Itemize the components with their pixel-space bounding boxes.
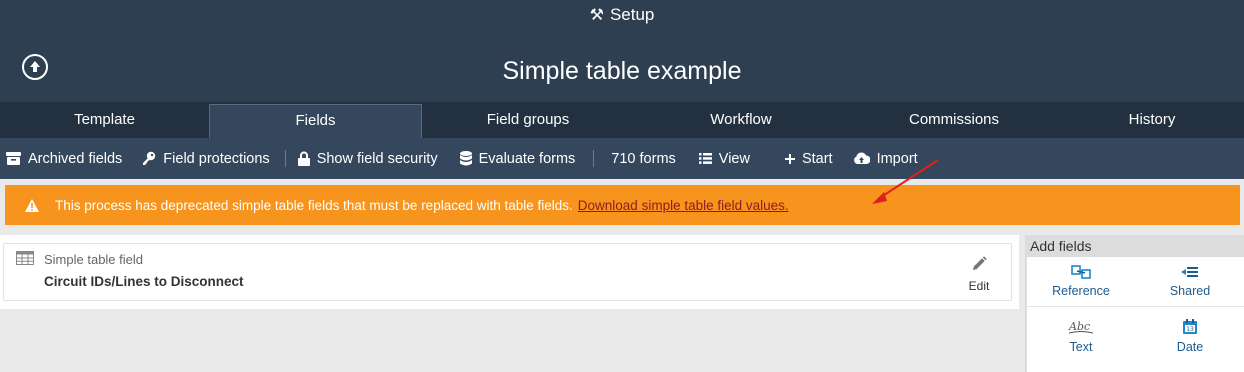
add-fields-panel: Add fields Reference Shared Abc Text 13 … <box>1025 235 1244 372</box>
field-name: Circuit IDs/Lines to Disconnect <box>44 274 244 289</box>
start-label: Start <box>801 150 833 167</box>
date-label: Date <box>1176 340 1204 354</box>
plus-icon <box>784 153 795 164</box>
add-shared-field[interactable]: Shared <box>1136 265 1244 298</box>
start-button[interactable]: Start <box>784 138 833 179</box>
setup-title[interactable]: ⚒ Setup <box>0 5 1244 26</box>
database-icon <box>459 151 472 166</box>
annotation-arrow-icon <box>872 159 939 204</box>
tab-workflow[interactable]: Workflow <box>634 102 848 138</box>
add-reference-field[interactable]: Reference <box>1027 265 1135 298</box>
page-title: Simple table example <box>502 57 742 85</box>
add-fields-title: Add fields <box>1030 238 1092 254</box>
field-type-label: Simple table field <box>44 252 143 267</box>
add-fields-list: Reference Shared Abc Text 13 Date <box>1027 257 1244 372</box>
svg-text:13: 13 <box>1186 326 1194 333</box>
edit-field-button[interactable]: Edit <box>965 256 993 293</box>
reference-icon <box>1071 265 1091 279</box>
tab-commissions[interactable]: Commissions <box>848 102 1060 138</box>
shared-label: Shared <box>1169 284 1211 298</box>
show-field-security-label: Show field security <box>316 150 438 167</box>
text-icon: Abc <box>1068 320 1094 334</box>
tab-template[interactable]: Template <box>0 102 209 138</box>
edit-label: Edit <box>968 279 990 293</box>
add-fields-divider <box>1027 306 1244 307</box>
deprecation-alert: This process has deprecated simple table… <box>5 185 1240 225</box>
fields-toolbar: Archived fields Field protections Show f… <box>0 138 1244 179</box>
tab-fields[interactable]: Fields <box>209 104 422 140</box>
alert-message: This process has deprecated simple table… <box>55 197 573 213</box>
evaluate-forms-button[interactable]: Evaluate forms <box>459 138 576 179</box>
download-values-link[interactable]: Download simple table field values. <box>578 198 789 213</box>
tab-history[interactable]: History <box>1060 102 1244 138</box>
archived-fields-label: Archived fields <box>28 150 123 167</box>
key-icon <box>143 151 156 165</box>
view-label: View <box>718 150 750 167</box>
field-protections-label: Field protections <box>163 150 270 167</box>
shared-icon <box>1181 267 1198 277</box>
tab-field-groups[interactable]: Field groups <box>422 102 634 138</box>
setup-label: Setup <box>609 5 655 24</box>
reference-label: Reference <box>1052 284 1110 298</box>
tools-icon: ⚒ <box>589 7 604 24</box>
tab-bar: Template Fields Field groups Workflow Co… <box>0 102 1244 140</box>
text-label: Text <box>1069 340 1093 354</box>
evaluate-forms-label: Evaluate forms <box>478 150 576 167</box>
table-icon <box>16 251 34 265</box>
list-icon <box>698 153 712 164</box>
app-header: ⚒ Setup Simple table example <box>0 0 1244 102</box>
archive-icon <box>6 152 21 165</box>
calendar-icon: 13 <box>1183 319 1197 334</box>
field-protections-button[interactable]: Field protections <box>142 138 270 179</box>
add-text-field[interactable]: Abc Text <box>1027 319 1135 354</box>
lock-icon <box>297 151 310 166</box>
field-card[interactable]: Simple table field Circuit IDs/Lines to … <box>3 243 1012 301</box>
fields-list: Simple table field Circuit IDs/Lines to … <box>0 235 1019 309</box>
forms-count: 710 forms <box>611 150 676 167</box>
archived-fields-button[interactable]: Archived fields <box>6 138 122 179</box>
toolbar-divider <box>593 150 595 167</box>
add-date-field[interactable]: 13 Date <box>1136 319 1244 354</box>
show-field-security-button[interactable]: Show field security <box>297 138 438 179</box>
pencil-icon <box>973 256 987 270</box>
view-menu-button[interactable]: View <box>698 138 750 179</box>
warning-icon <box>25 198 39 212</box>
toolbar-divider <box>284 150 286 167</box>
